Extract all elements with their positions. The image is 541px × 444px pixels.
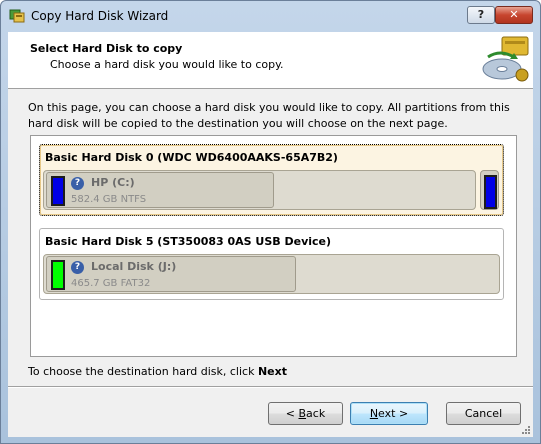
- partition-extra[interactable]: [480, 170, 499, 210]
- wizard-window: Copy Hard Disk Wizard ? ✕ Select Hard Di…: [0, 0, 541, 444]
- disk-item-5[interactable]: Basic Hard Disk 5 (ST350083 0AS USB Devi…: [39, 228, 504, 300]
- partition-color-bar: [51, 260, 65, 290]
- partition-color-bar: [51, 176, 65, 206]
- title-bar[interactable]: Copy Hard Disk Wizard ? ✕: [1, 1, 540, 31]
- disk-copy-icon: [480, 35, 530, 85]
- partition-hp-c[interactable]: ? HP (C:) 582.4 GB NTFS: [46, 172, 274, 208]
- help-button[interactable]: ?: [467, 6, 495, 24]
- page-description: On this page, you can choose a hard disk…: [28, 101, 510, 130]
- partition-name: Local Disk (J:): [91, 260, 177, 273]
- footer-hint-text: To choose the destination hard disk, cli…: [28, 365, 258, 378]
- window-title: Copy Hard Disk Wizard: [31, 9, 169, 23]
- wizard-header: Select Hard Disk to copy Choose a hard d…: [8, 32, 533, 89]
- wizard-body: Select Hard Disk to copy Choose a hard d…: [8, 32, 533, 437]
- close-button[interactable]: ✕: [495, 6, 533, 24]
- disk-title: Basic Hard Disk 5 (ST350083 0AS USB Devi…: [45, 235, 332, 248]
- partition-color-bar: [484, 175, 497, 209]
- question-icon: ?: [71, 261, 84, 274]
- back-button[interactable]: < Back: [268, 402, 343, 425]
- app-icon: [9, 9, 25, 23]
- question-icon: ?: [71, 177, 84, 190]
- partition-info: 582.4 GB NTFS: [71, 194, 147, 205]
- back-button-accel: B: [298, 407, 307, 420]
- separator: [8, 386, 533, 388]
- disk-item-0[interactable]: Basic Hard Disk 0 (WDC WD6400AAKS-65A7B2…: [39, 144, 504, 216]
- footer-hint: To choose the destination hard disk, cli…: [28, 365, 287, 378]
- page-title: Select Hard Disk to copy: [30, 42, 183, 55]
- next-button[interactable]: Next >: [350, 402, 428, 425]
- partition-local-disk-j[interactable]: ? Local Disk (J:) 465.7 GB FAT32: [46, 256, 296, 292]
- cancel-button[interactable]: Cancel: [446, 402, 521, 425]
- partition-name: HP (C:): [91, 176, 135, 189]
- resize-grip-icon[interactable]: [521, 425, 531, 435]
- disk-partition-track: ? Local Disk (J:) 465.7 GB FAT32: [43, 254, 500, 294]
- page-subtitle: Choose a hard disk you would like to cop…: [50, 58, 284, 71]
- next-button-accel: N: [369, 407, 379, 420]
- partition-info: 465.7 GB FAT32: [71, 278, 151, 289]
- back-button-label: ack: [306, 407, 326, 420]
- next-button-label: ext >: [378, 407, 409, 420]
- footer-hint-emphasis: Next: [257, 365, 287, 378]
- disk-partition-track: ? HP (C:) 582.4 GB NTFS: [43, 170, 476, 210]
- disk-title: Basic Hard Disk 0 (WDC WD6400AAKS-65A7B2…: [45, 151, 338, 164]
- disk-list[interactable]: Basic Hard Disk 0 (WDC WD6400AAKS-65A7B2…: [30, 135, 517, 357]
- back-button-prefix: <: [285, 407, 299, 420]
